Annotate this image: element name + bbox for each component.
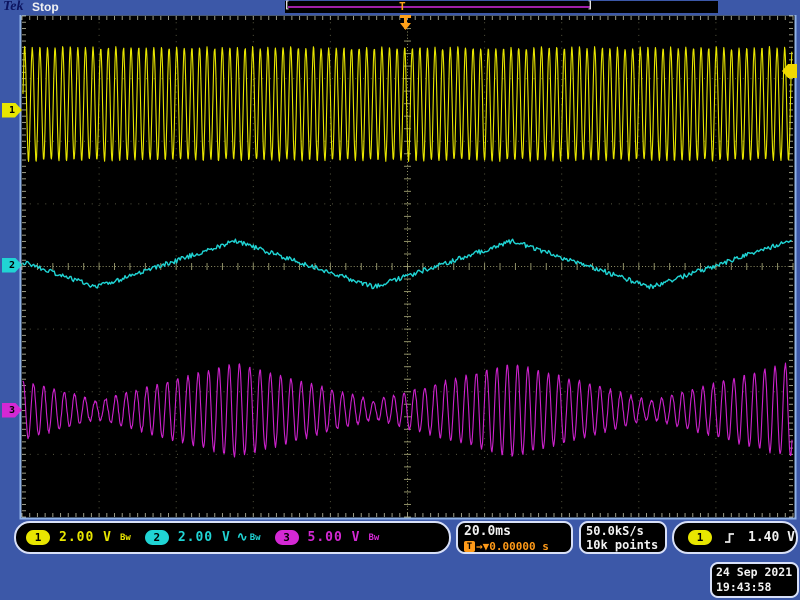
trigger-position-readout: T →▼ 0.00000 s — [464, 540, 571, 553]
trigger-position-value: 0.00000 s — [489, 540, 549, 553]
ch2-scale: 2.00 V — [178, 530, 231, 545]
waveform-display — [0, 0, 800, 600]
tek-logo: Tek — [3, 0, 23, 15]
acquisition-status: Stop — [32, 0, 59, 14]
horizontal-readout-box: 20.0ms T →▼ 0.00000 s — [456, 521, 573, 554]
ch3-bandwidth-icon: Bw — [369, 533, 380, 543]
trigger-readout-box: 1 1.40 V — [672, 521, 798, 554]
trigger-position-arrows: →▼ — [476, 540, 489, 553]
rising-edge-icon — [722, 530, 738, 546]
time-value: 19:43:58 — [716, 580, 797, 595]
trigger-position-arrow-icon — [396, 14, 416, 32]
acquisition-readout-box: 50.0kS/s 10k points — [579, 521, 667, 554]
ch2-bandwidth-icon: Bw — [250, 533, 261, 543]
ch2-badge: 2 — [145, 530, 169, 545]
ch1-scale: 2.00 V — [59, 530, 112, 545]
ch2-ac-coupling-icon: ∿ — [237, 530, 248, 545]
header-bar: Tek Stop [ ] T — [0, 0, 800, 15]
datetime-box: 24 Sep 2021 19:43:58 — [710, 562, 799, 598]
trigger-source-badge: 1 — [688, 530, 712, 545]
date-value: 24 Sep 2021 — [716, 565, 797, 580]
sample-rate: 50.0kS/s — [586, 524, 665, 538]
record-length: 10k points — [586, 538, 665, 552]
record-trigger-marker: T — [399, 0, 406, 13]
record-view-bar: [ ] T — [285, 1, 718, 13]
oscilloscope-screen: Tek Stop [ ] T 1 2 3 1 2.00 V Bw 2 2.00 … — [0, 0, 800, 600]
channel-readout-box: 1 2.00 V Bw 2 2.00 V ∿ Bw 3 5.00 V Bw — [14, 521, 451, 554]
trigger-t-icon: T — [464, 541, 475, 552]
record-window-bracket-right: ] — [587, 0, 593, 11]
ch3-badge: 3 — [275, 530, 299, 545]
trigger-level-value: 1.40 V — [748, 530, 795, 545]
record-waveform-line — [288, 6, 590, 8]
ch1-bandwidth-icon: Bw — [120, 533, 131, 543]
timebase-value: 20.0ms — [464, 524, 571, 539]
ch1-badge: 1 — [26, 530, 50, 545]
ch3-scale: 5.00 V — [308, 530, 361, 545]
